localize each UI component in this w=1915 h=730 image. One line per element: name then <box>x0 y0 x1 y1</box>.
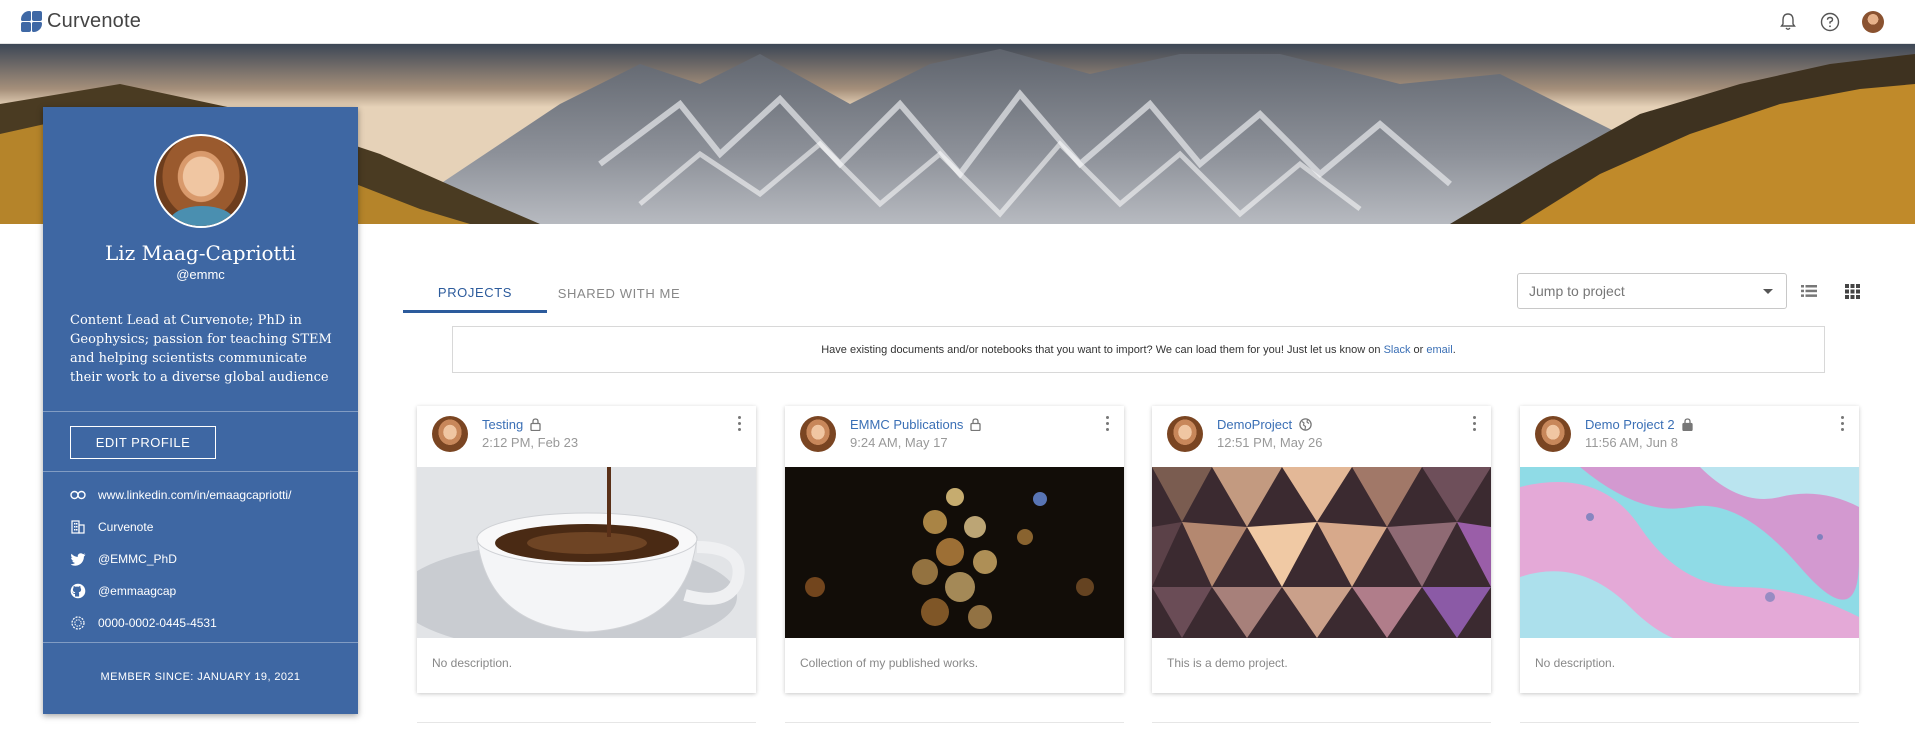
project-date: 2:12 PM, Feb 23 <box>482 435 579 450</box>
project-description: This is a demo project. <box>1167 656 1288 670</box>
more-options-icon[interactable] <box>1100 414 1114 432</box>
twitter-handle-text: @EMMC_PhD <box>98 552 177 566</box>
owner-avatar <box>1535 416 1571 452</box>
github-icon <box>70 583 86 599</box>
building-icon <box>70 519 86 535</box>
notifications-icon[interactable] <box>1777 11 1799 33</box>
more-options-icon[interactable] <box>732 414 746 432</box>
user-avatar[interactable] <box>1862 11 1884 33</box>
chevron-down-icon <box>1763 289 1773 294</box>
jump-to-project-select[interactable]: Jump to project <box>1517 273 1787 309</box>
github-link[interactable]: @emmaagcap <box>70 581 176 601</box>
orcid-text: 0000-0002-0445-4531 <box>98 616 217 630</box>
project-date: 12:51 PM, May 26 <box>1217 435 1323 450</box>
app-logo[interactable]: Curvenote <box>21 10 141 33</box>
project-date: 9:24 AM, May 17 <box>850 435 948 450</box>
import-notice-or: or <box>1413 343 1424 356</box>
more-options-icon[interactable] <box>1467 414 1481 432</box>
twitter-link[interactable]: @EMMC_PhD <box>70 549 177 569</box>
website-link[interactable]: www.linkedin.com/in/emaagcapriotti/ <box>70 485 291 505</box>
project-image[interactable] <box>417 467 756 638</box>
project-card[interactable]: Testing 2:12 PM, Feb 23 No description. <box>417 406 756 693</box>
project-description: Collection of my published works. <box>800 656 979 670</box>
divider <box>43 471 358 472</box>
lock-icon <box>970 418 982 431</box>
import-notice-text: Have existing documents and/or notebooks… <box>821 343 1381 356</box>
jump-to-project-placeholder: Jump to project <box>1529 283 1625 299</box>
list-view-icon[interactable] <box>1798 280 1820 302</box>
project-image[interactable] <box>1520 467 1859 638</box>
project-title[interactable]: Demo Project 2 <box>1585 417 1693 432</box>
tab-projects[interactable]: PROJECTS <box>403 274 547 312</box>
profile-bio: Content Lead at Curvenote; PhD in Geophy… <box>70 313 332 385</box>
member-since: MEMBER SINCE: JANUARY 19, 2021 <box>100 671 301 683</box>
owner-avatar <box>1167 416 1203 452</box>
twitter-icon <box>70 551 86 567</box>
project-title-text: EMMC Publications <box>850 417 964 432</box>
link-icon <box>70 487 86 503</box>
project-title[interactable]: DemoProject <box>1217 417 1312 432</box>
github-handle-text: @emmaagcap <box>98 584 177 598</box>
divider <box>43 411 358 412</box>
curvenote-logo-icon <box>21 10 43 33</box>
lock-icon <box>1681 418 1693 431</box>
project-title-text: DemoProject <box>1217 417 1293 432</box>
project-card[interactable]: DemoProject 12:51 PM, May 26 This is a d… <box>1152 406 1491 693</box>
import-notice-end: . <box>1452 343 1456 356</box>
more-options-icon[interactable] <box>1835 414 1849 432</box>
lock-icon <box>530 418 541 431</box>
tab-shared-with-me[interactable]: SHARED WITH ME <box>547 274 691 312</box>
project-description: No description. <box>1535 656 1616 670</box>
project-title-text: Demo Project 2 <box>1585 417 1675 432</box>
help-icon[interactable] <box>1819 11 1841 33</box>
owner-avatar <box>800 416 836 452</box>
top-bar: Curvenote <box>0 0 1915 44</box>
import-notice: Have existing documents and/or notebooks… <box>452 326 1825 373</box>
orcid-icon <box>70 615 86 631</box>
project-title[interactable]: Testing <box>482 417 541 432</box>
project-image[interactable] <box>785 467 1124 638</box>
project-card[interactable]: EMMC Publications 9:24 AM, May 17 Collec… <box>785 406 1124 693</box>
profile-name: Liz Maag-Capriotti <box>105 241 296 265</box>
organization-text: Curvenote <box>98 520 154 534</box>
project-card[interactable]: Demo Project 2 11:56 AM, Jun 8 No descri… <box>1520 406 1859 693</box>
active-tab-indicator <box>403 311 547 313</box>
organization-link: Curvenote <box>70 517 153 537</box>
slack-link[interactable]: Slack <box>1384 344 1411 356</box>
project-date: 11:56 AM, Jun 8 <box>1585 435 1678 450</box>
grid-view-icon[interactable] <box>1841 280 1863 302</box>
globe-icon <box>1299 418 1312 431</box>
owner-avatar <box>432 416 468 452</box>
profile-handle: @emmc <box>176 267 225 282</box>
project-title-text: Testing <box>482 417 524 432</box>
edit-profile-button[interactable]: EDIT PROFILE <box>70 426 216 459</box>
profile-avatar <box>154 134 248 228</box>
website-link-text: www.linkedin.com/in/emaagcapriotti/ <box>98 488 292 502</box>
email-link[interactable]: email <box>1426 344 1452 356</box>
project-image[interactable] <box>1152 467 1491 638</box>
project-description: No description. <box>432 656 513 670</box>
divider <box>43 642 358 643</box>
profile-card: Liz Maag-Capriotti @emmc Content Lead at… <box>43 107 358 714</box>
app-name: Curvenote <box>47 10 142 32</box>
project-title[interactable]: EMMC Publications <box>850 417 982 432</box>
profile-tabs: PROJECTS SHARED WITH ME <box>403 274 691 312</box>
orcid-link[interactable]: 0000-0002-0445-4531 <box>70 613 217 633</box>
